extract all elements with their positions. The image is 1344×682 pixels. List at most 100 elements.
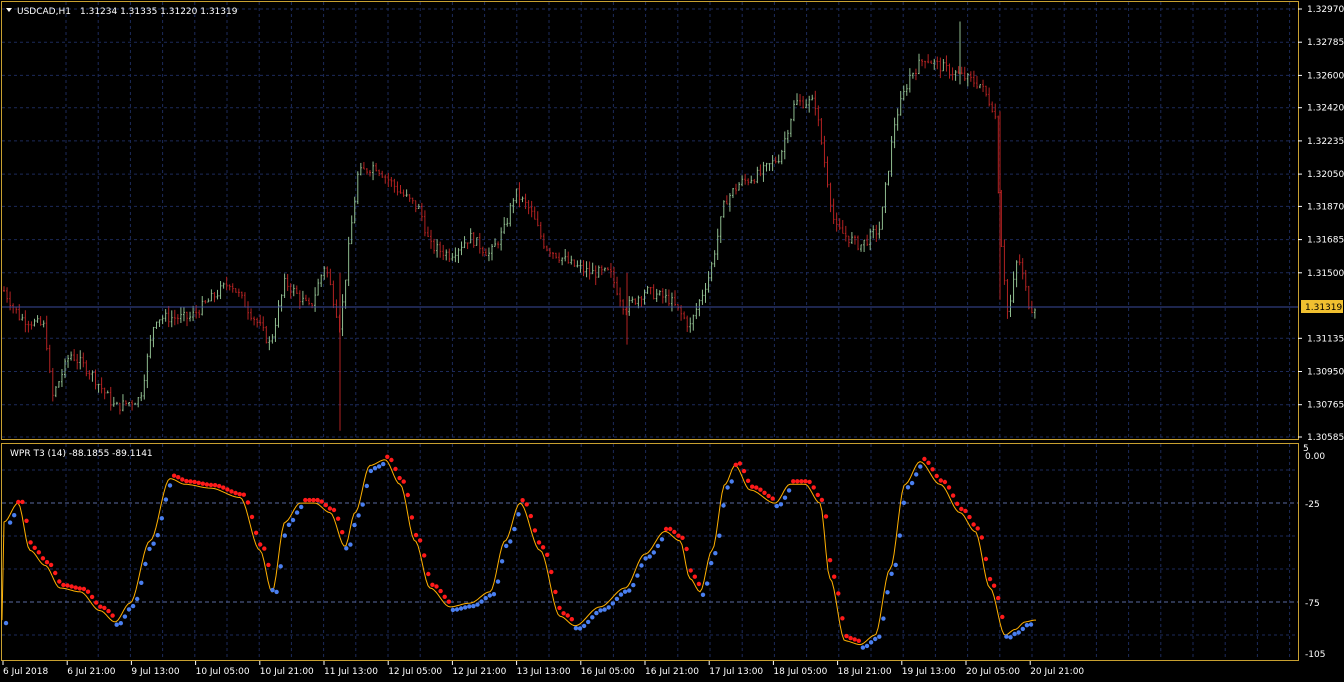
wpr-dot-falling [44,560,50,565]
wpr-dot-rising [467,604,472,609]
wpr-dot-falling [680,535,685,540]
wpr-dot-falling [233,490,238,496]
wpr-dot-falling [323,502,328,508]
wpr-dot-falling [762,490,767,495]
wpr-dot-falling [663,526,669,532]
price-axis[interactable]: 1.32970 1.32785 1.32600 1.32420 1.32235 1.320… [1298,5,1344,443]
wpr-dot-falling [184,478,189,484]
wpr-dot-rising [594,610,599,616]
wpr-dot-falling [979,535,984,540]
price-tick-label: 1.31135 [1307,334,1344,344]
wpr-dot-falling [61,582,66,588]
wpr-dot-falling [557,605,562,611]
wpr-dot-rising [294,510,300,515]
wpr-dot-falling [69,584,74,589]
wpr-dot-rising [495,579,501,584]
wpr-dot-falling [807,479,812,485]
time-label: 10 Jul 21:00 [260,667,314,677]
wpr-dot-rising [463,605,468,610]
wpr-dot-falling [192,479,197,485]
price-chart-window[interactable]: USDCAD,H1 1.31234 1.31335 1.31220 1.3131… [1,1,1299,440]
price-tick-label: 1.32050 [1307,170,1344,180]
wpr-dot-falling [844,633,849,639]
wpr-dot-falling [171,473,177,478]
wpr-dot-rising [590,615,595,620]
wpr-dot-falling [426,571,431,577]
time-label: 11 Jul 13:00 [324,667,378,677]
price-tick-label: 1.32600 [1307,71,1344,81]
wpr-dot-rising [655,543,661,549]
wpr-dot-falling [668,526,673,532]
wpr-dot-falling [200,481,205,486]
indicator-window[interactable]: WPR T3 (14) -88.1855 -89.1141 [1,443,1299,661]
wpr-dot-rising [151,541,156,546]
wpr-dot-rising [864,643,870,649]
wpr-dot-rising [909,480,915,486]
wpr-dot-falling [20,499,25,505]
wpr-dot-falling [16,499,21,505]
wpr-dot-falling [750,484,755,489]
wpr-dot-rising [512,526,517,532]
price-tick-label: 1.32420 [1307,104,1344,114]
wpr-dot-falling [397,475,402,481]
wpr-dot-falling [688,568,693,573]
current-price-label: 1.31319 [1301,300,1343,313]
time-label: 6 Jul 21:00 [67,667,116,677]
indicator-title: WPR T3 (14) -88.1855 -89.1141 [10,449,153,459]
wpr-dot-rising [725,485,730,490]
wpr-dot-falling [180,477,185,482]
wpr-dot-falling [401,479,406,484]
wpr-dot-falling [65,583,70,588]
price-tick-label: 1.32235 [1307,137,1344,147]
indicator-axis[interactable]: 5 0.00 -25 -75 -105 [1303,444,1325,660]
wpr-dot-falling [950,493,956,498]
wpr-dot-rising [914,472,919,477]
wpr-dot-falling [967,514,972,520]
wpr-dot-falling [36,550,41,555]
wpr-dot-rising [918,464,923,469]
time-label: 16 Jul 21:00 [645,667,699,677]
wpr-dot-rising [483,596,488,601]
time-label: 10 Jul 05:00 [196,667,250,677]
wpr-dot-rising [573,626,579,631]
wpr-dot-rising [458,606,464,611]
wpr-dot-rising [586,619,591,625]
wpr-dot-falling [409,515,415,520]
wpr-dot-rising [786,488,792,493]
wpr-dot-falling [208,482,214,488]
wpr-dot-rising [299,504,304,510]
time-axis[interactable]: 6 Jul 2018 6 Jul 21:00 9 Jul 13:00 10 Jul 0… [2,661,1084,677]
wpr-dot-falling [57,579,62,584]
wpr-dot-falling [241,492,246,497]
chart-title: USDCAD,H1 1.31234 1.31335 1.31220 1.3131… [6,7,238,17]
wpr-dot-falling [335,516,341,521]
wpr-dot-rising [372,466,378,471]
wpr-dot-falling [237,492,242,497]
wpr-dot-rising [1016,630,1021,635]
wpr-dot-falling [938,478,943,483]
wpr-dot-rising [504,543,509,549]
wpr-dot-rising [1028,622,1034,627]
wpr-dot-falling [196,480,201,485]
wpr-dot-falling [94,600,99,605]
wpr-dot-falling [553,589,558,595]
wpr-dot-falling [549,569,554,575]
wpr-dot-rising [651,550,656,555]
wpr-dot-rising [873,636,878,642]
wpr-dot-rising [450,607,456,613]
wpr-dot-rising [12,513,17,518]
wpr-dot-falling [434,584,439,589]
wpr-dot-rising [659,537,665,542]
wpr-dot-falling [836,591,841,596]
time-label: 9 Jul 13:00 [131,667,180,677]
wpr-dot-falling [987,576,993,582]
wpr-dot-falling [766,493,771,499]
wpr-dot-rising [282,533,287,538]
wpr-dot-falling [1000,614,1005,620]
wpr-dot-falling [77,586,83,591]
wpr-dot-falling [53,570,58,576]
wpr-dot-falling [319,499,324,504]
wpr-dot-rising [159,516,164,521]
wpr-dot-rising [782,495,788,500]
time-label: 18 Jul 21:00 [838,667,892,677]
